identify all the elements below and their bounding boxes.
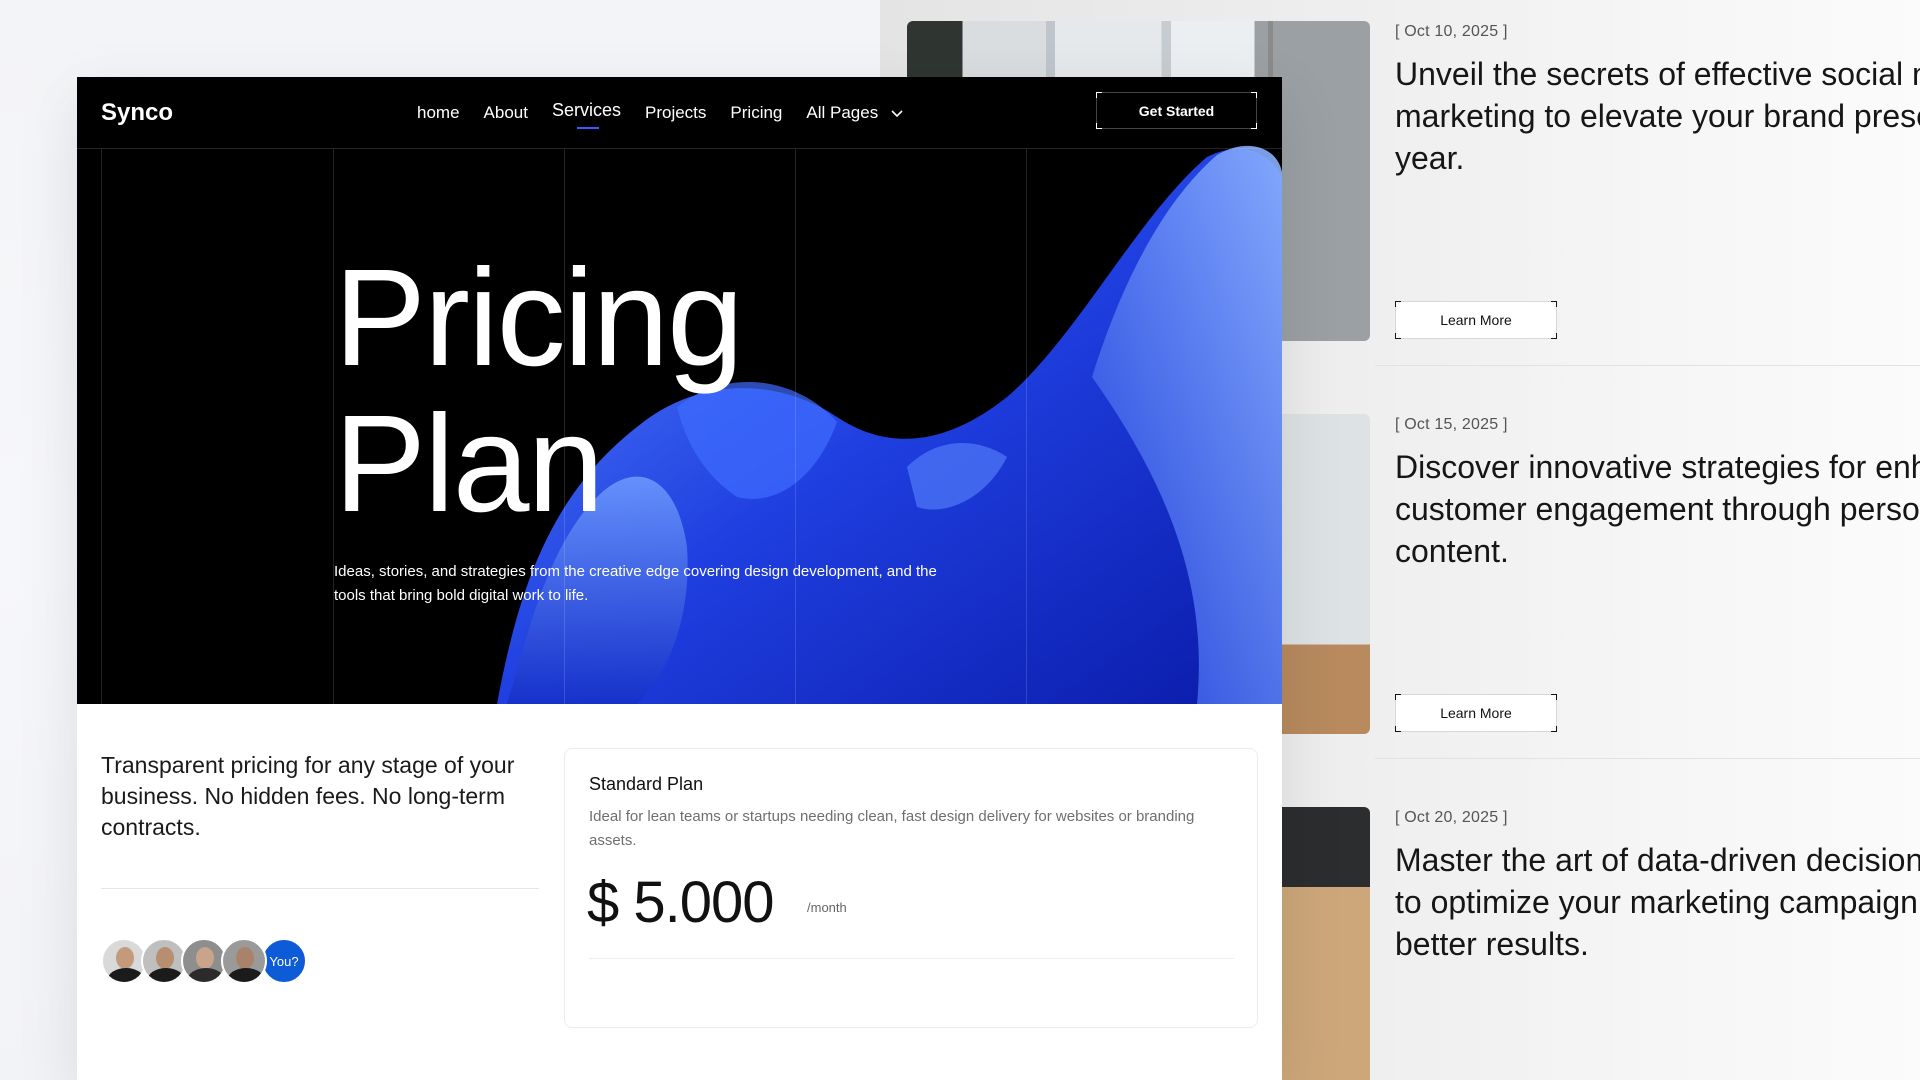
pricing-intro: Transparent pricing for any stage of you… (101, 752, 515, 840)
get-started-label: Get Started (1138, 102, 1215, 119)
plan-period: /month (807, 900, 847, 915)
learn-more-label: Learn More (1440, 705, 1512, 721)
navbar: Synco home About Services Projects Prici… (77, 77, 1282, 149)
main-nav: home About Services Projects Pricing All… (417, 77, 928, 149)
nav-about[interactable]: About (484, 103, 528, 123)
blog-title[interactable]: Master the art of data-driven decision t… (1395, 839, 1920, 965)
nav-services[interactable]: Services (552, 100, 621, 129)
avatar-group: You? (101, 938, 307, 984)
plan-name: Standard Plan (589, 774, 704, 794)
website-preview: Synco home About Services Projects Prici… (77, 77, 1282, 1080)
blog-title[interactable]: Discover innovative strategies for enh c… (1395, 446, 1920, 572)
plan-description: Ideal for lean teams or startups needing… (589, 808, 1195, 849)
blog-title-line: content. (1395, 533, 1509, 569)
grid-line (101, 149, 102, 704)
learn-more-button[interactable]: Learn More (1395, 694, 1557, 732)
nav-all-pages[interactable]: All Pages (806, 103, 904, 123)
hero-title-line: Plan (334, 387, 604, 541)
divider (589, 958, 1234, 959)
hero-subtitle-line: tools that bring bold digital work to li… (334, 587, 589, 604)
hero-subtitle-line: Ideas, stories, and strategies from the … (334, 563, 937, 580)
blog-divider (1375, 365, 1920, 366)
blog-title-line: better results. (1395, 926, 1589, 962)
plan-price: $ 5.000 (587, 870, 775, 935)
blog-date: [ Oct 10, 2025 ] (1395, 23, 1508, 40)
blog-title-line: marketing to elevate your brand prese (1395, 98, 1920, 134)
hero-title: Pricing Plan (334, 241, 744, 541)
blog-date: [ Oct 15, 2025 ] (1395, 416, 1508, 433)
blog-title-line: to optimize your marketing campaign (1395, 884, 1918, 920)
blog-title-line: Unveil the secrets of effective social m (1395, 56, 1920, 92)
blog-title[interactable]: Unveil the secrets of effective social m… (1395, 53, 1920, 179)
nav-home[interactable]: home (417, 103, 460, 123)
logo[interactable]: Synco (101, 99, 173, 127)
divider (101, 888, 539, 889)
get-started-button[interactable]: Get Started (1096, 92, 1257, 129)
chevron-down-icon (891, 110, 903, 118)
hero-subtitle: Ideas, stories, and strategies from the … (334, 560, 1034, 608)
avatar-you[interactable]: You? (261, 938, 307, 984)
blog-title-line: year. (1395, 140, 1465, 176)
grid-line (1026, 149, 1027, 704)
plan-card: Standard Plan Ideal for lean teams or st… (564, 748, 1258, 1028)
learn-more-button[interactable]: Learn More (1395, 301, 1557, 339)
nav-pricing[interactable]: Pricing (730, 103, 782, 123)
hero-section: Synco home About Services Projects Prici… (77, 77, 1282, 704)
nav-projects[interactable]: Projects (645, 103, 706, 123)
blog-date: [ Oct 20, 2025 ] (1395, 809, 1508, 826)
grid-line (795, 149, 796, 704)
blog-title-line: customer engagement through perso (1395, 491, 1920, 527)
hero-title-line: Pricing (334, 241, 744, 395)
blog-title-line: Master the art of data-driven decision (1395, 842, 1920, 878)
blog-divider (1375, 758, 1920, 759)
blog-title-line: Discover innovative strategies for enh (1395, 449, 1920, 485)
nav-all-pages-label: All Pages (806, 103, 879, 122)
learn-more-label: Learn More (1440, 312, 1512, 328)
avatar (221, 938, 267, 984)
